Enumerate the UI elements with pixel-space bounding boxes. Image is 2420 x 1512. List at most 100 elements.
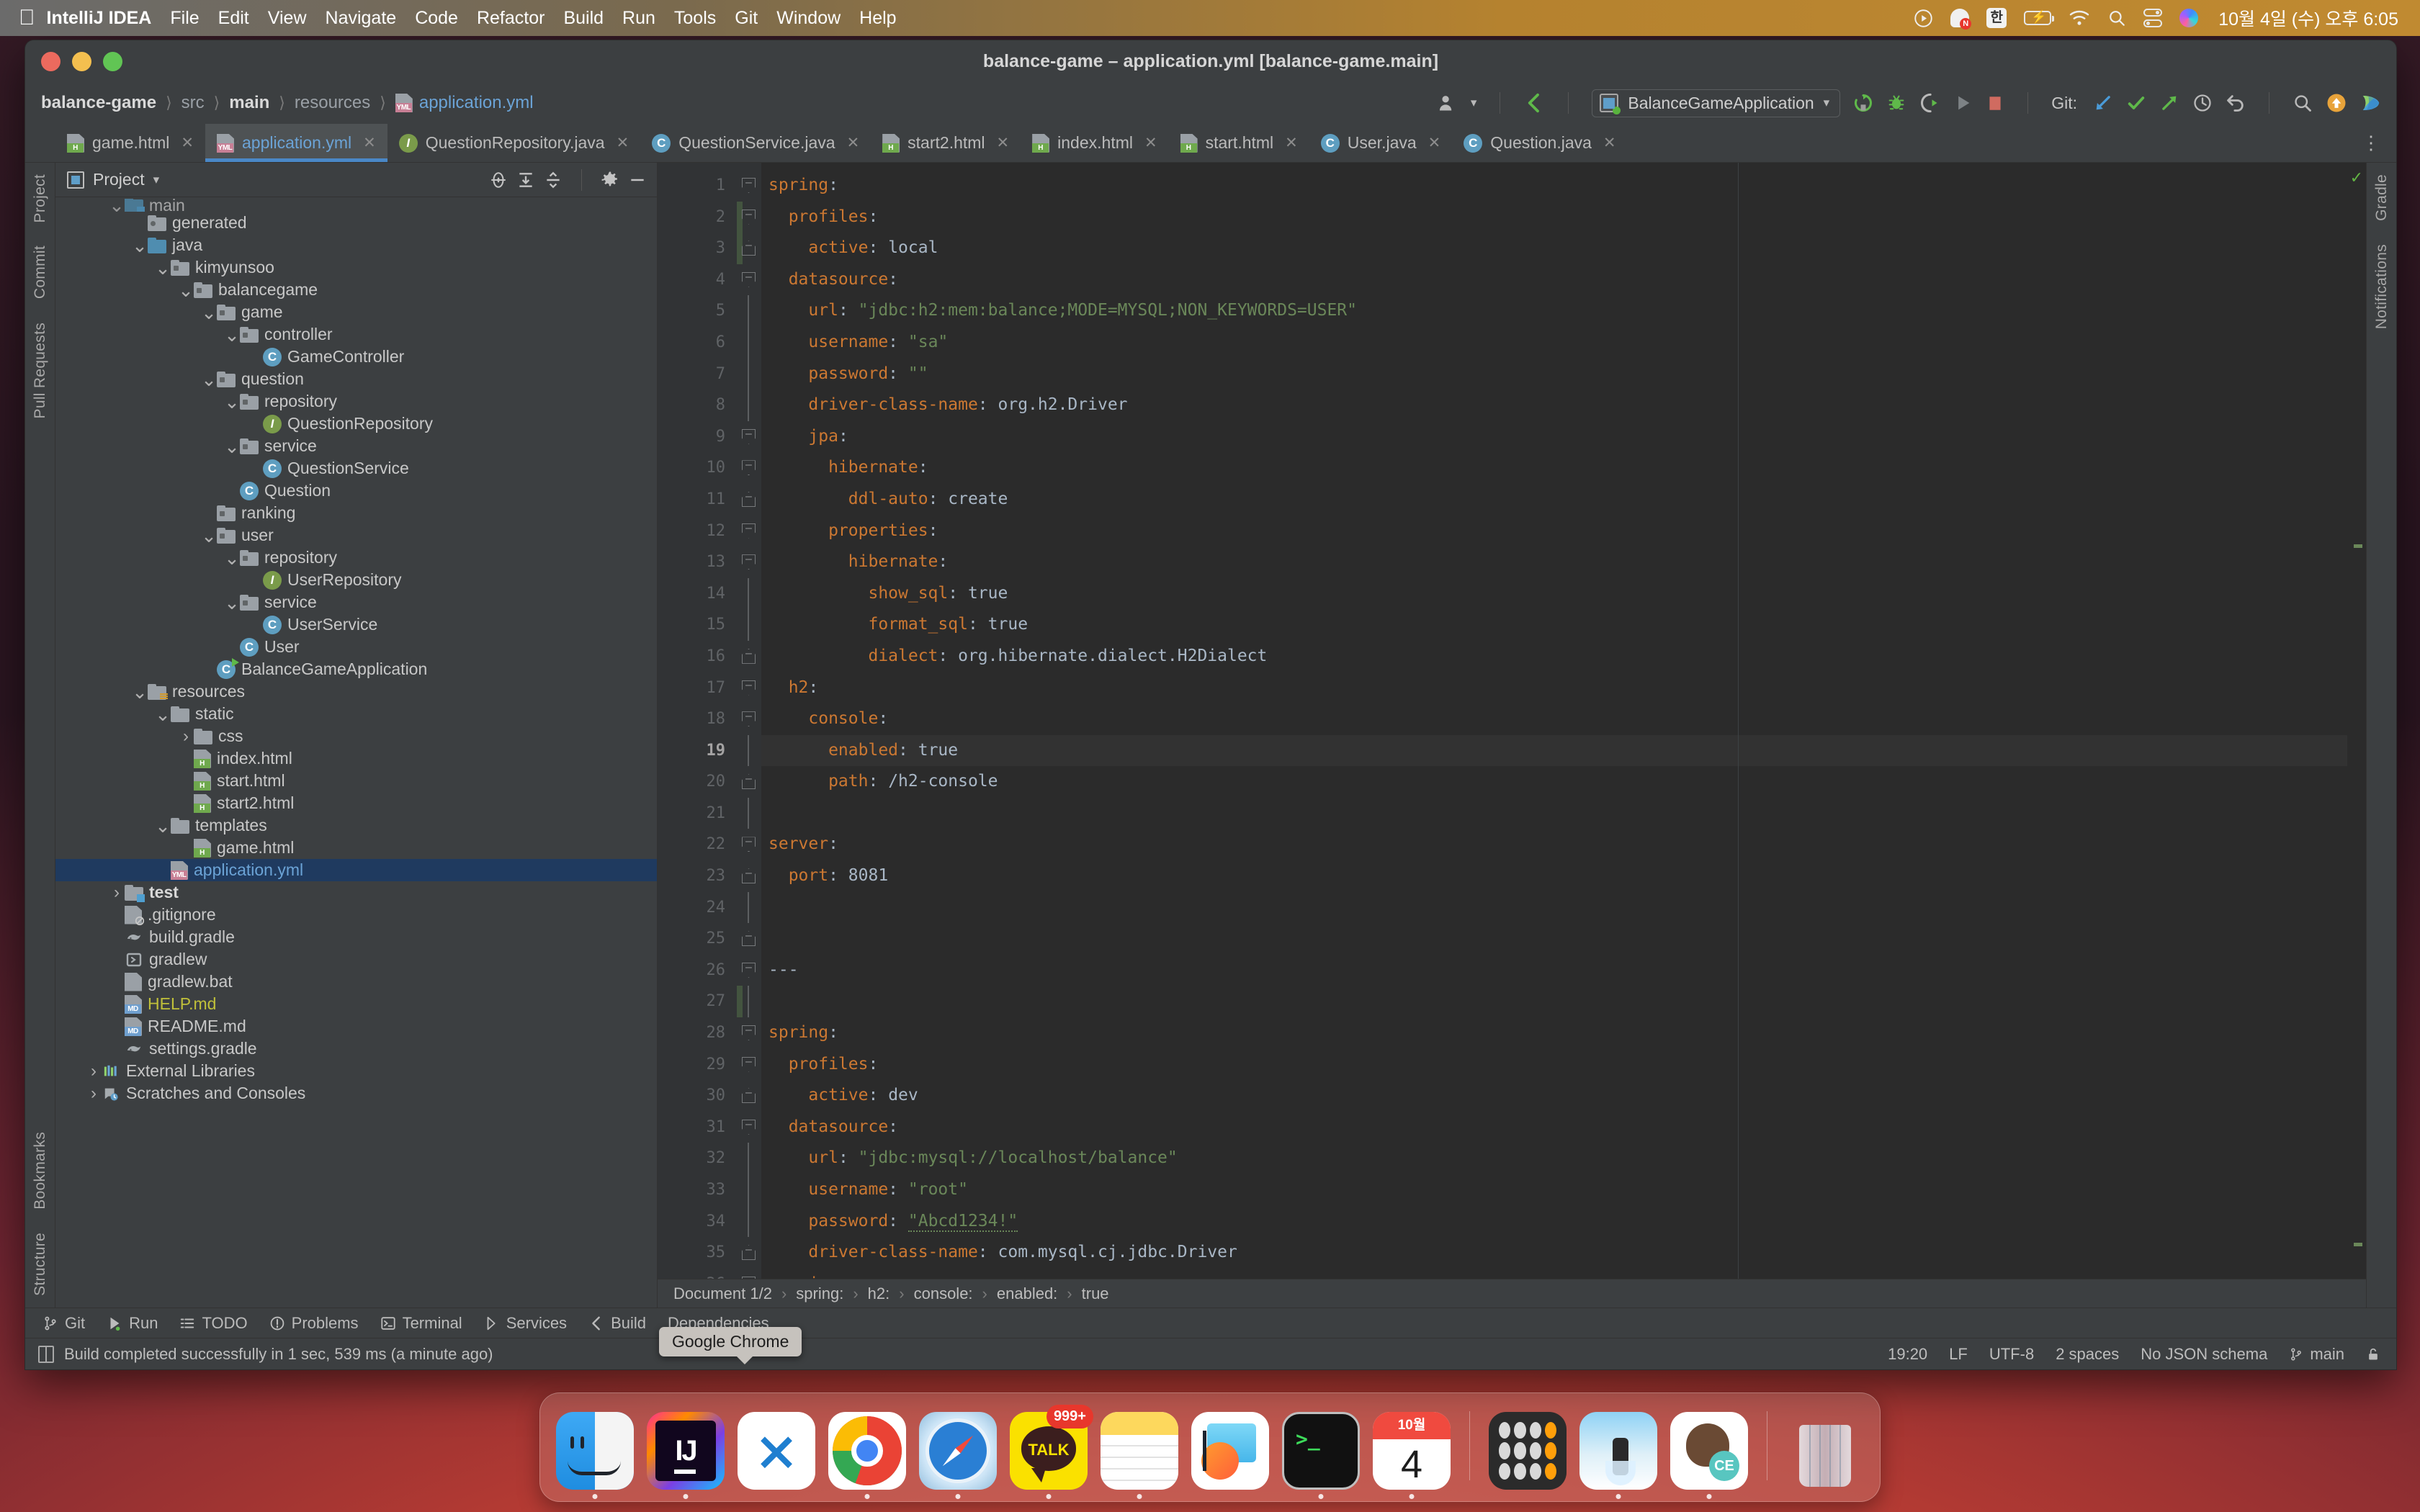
tree-node-generated[interactable]: generated bbox=[55, 212, 657, 234]
inspection-ok-icon[interactable]: ✓ bbox=[2350, 168, 2363, 187]
line-number[interactable]: 31 bbox=[658, 1112, 737, 1143]
dock-item-stocks[interactable] bbox=[1191, 1412, 1269, 1490]
tree-node-balancegameapplication[interactable]: C BalanceGameApplication bbox=[55, 657, 657, 680]
tree-node-question[interactable]: ⌄ question bbox=[55, 368, 657, 390]
line-number[interactable]: 6 bbox=[658, 327, 737, 359]
editor-breadcrumb-item[interactable]: Document 1/2 bbox=[673, 1284, 772, 1303]
dock-item-intellij-idea[interactable]: IJ bbox=[647, 1412, 725, 1499]
code-line[interactable] bbox=[761, 798, 2347, 829]
code-line[interactable]: --- bbox=[761, 955, 2347, 986]
editor-tab-questionrepository-java[interactable]: I QuestionRepository.java ✕ bbox=[387, 124, 640, 162]
line-number[interactable]: 21 bbox=[658, 798, 737, 829]
chevron-down-icon[interactable]: ⌄ bbox=[224, 392, 240, 411]
chevron-right-icon[interactable]: › bbox=[109, 883, 125, 903]
tree-node-userservice[interactable]: C UserService bbox=[55, 613, 657, 636]
dock-item-notes[interactable] bbox=[1101, 1412, 1178, 1499]
coverage-icon[interactable] bbox=[1919, 93, 1940, 113]
code-line[interactable]: driver-class-name: org.h2.Driver bbox=[761, 390, 2347, 421]
run-icon[interactable] bbox=[1953, 93, 1973, 113]
chevron-down-icon[interactable]: ⌄ bbox=[224, 593, 240, 612]
apple-logo-icon[interactable]:  bbox=[19, 7, 35, 29]
tree-node-resources[interactable]: ⌄ resources bbox=[55, 680, 657, 703]
tool-window-problems[interactable]: Problems bbox=[269, 1314, 359, 1333]
tree-node-css[interactable]: › css bbox=[55, 725, 657, 747]
dock-item-calculator[interactable] bbox=[1489, 1412, 1567, 1490]
tree-node-settings-gradle[interactable]: settings.gradle bbox=[55, 1038, 657, 1060]
code-line[interactable]: dialect: org.hibernate.dialect.H2Dialect bbox=[761, 641, 2347, 672]
fold-marker[interactable] bbox=[737, 452, 761, 484]
rail-item-gradle[interactable]: Gradle bbox=[2373, 163, 2390, 233]
siri-icon[interactable] bbox=[2179, 9, 2199, 27]
tree-node-game[interactable]: ⌄ game bbox=[55, 301, 657, 323]
fold-marker[interactable] bbox=[737, 923, 761, 955]
editor-breadcrumb-item[interactable]: true bbox=[1082, 1284, 1109, 1303]
menubar-clock[interactable]: 10월 4일 (수) 오후 6:05 bbox=[2218, 5, 2398, 31]
dock-item-calendar[interactable]: 10월 4 bbox=[1373, 1412, 1451, 1499]
tool-window-git[interactable]: Git bbox=[42, 1314, 85, 1333]
line-number[interactable]: 24 bbox=[658, 892, 737, 924]
editor-tab-question-java[interactable]: C Question.java ✕ bbox=[1452, 124, 1627, 162]
chevron-down-icon[interactable]: ⌄ bbox=[201, 370, 217, 389]
rail-item-pull-requests[interactable]: Pull Requests bbox=[32, 311, 49, 430]
editor-breadcrumb-item[interactable]: h2: bbox=[868, 1284, 890, 1303]
line-number[interactable]: 10 bbox=[658, 452, 737, 484]
tool-window-run[interactable]: Run bbox=[107, 1314, 158, 1333]
tree-node-gradlew[interactable]: gradlew bbox=[55, 948, 657, 971]
editor-tab-game-html[interactable]: H game.html ✕ bbox=[55, 124, 205, 162]
tree-node-game-html[interactable]: Hgame.html bbox=[55, 837, 657, 859]
chevron-down-icon[interactable]: ⌄ bbox=[155, 816, 171, 835]
editor-tab-questionservice-java[interactable]: C QuestionService.java ✕ bbox=[640, 124, 871, 162]
hide-icon[interactable] bbox=[628, 171, 647, 189]
code-line[interactable]: url: "jdbc:h2:mem:balance;MODE=MYSQL;NON… bbox=[761, 295, 2347, 327]
tree-node-build-gradle[interactable]: build.gradle bbox=[55, 926, 657, 948]
menu-item-tools[interactable]: Tools bbox=[674, 8, 716, 29]
zoom-button[interactable] bbox=[103, 51, 122, 71]
menu-item-view[interactable]: View bbox=[268, 8, 307, 29]
rail-item-notifications[interactable]: Notifications bbox=[2373, 233, 2390, 341]
run-configuration-selector[interactable]: BalanceGameApplication ▾ bbox=[1592, 89, 1841, 117]
tree-node-templates[interactable]: ⌄ templates bbox=[55, 814, 657, 837]
chevron-down-icon[interactable]: ▾ bbox=[153, 173, 160, 187]
fold-marker[interactable] bbox=[737, 766, 761, 798]
code-line[interactable]: h2: bbox=[761, 672, 2347, 704]
fold-marker[interactable] bbox=[737, 641, 761, 672]
line-number[interactable]: 33 bbox=[658, 1174, 737, 1206]
line-number[interactable]: 15 bbox=[658, 609, 737, 641]
tree-node-questionrepository[interactable]: I QuestionRepository bbox=[55, 413, 657, 435]
tree-node-userrepository[interactable]: I UserRepository bbox=[55, 569, 657, 591]
menu-item-edit[interactable]: Edit bbox=[218, 8, 249, 29]
tree-node-user[interactable]: ⌄ user bbox=[55, 524, 657, 546]
tree-node-repository[interactable]: ⌄ repository bbox=[55, 390, 657, 413]
chevron-right-icon[interactable]: › bbox=[86, 1061, 102, 1081]
close-tab-icon[interactable]: ✕ bbox=[1603, 134, 1616, 152]
code-line[interactable]: server: bbox=[761, 829, 2347, 860]
fold-marker[interactable] bbox=[737, 703, 761, 735]
korean-input-icon[interactable]: 한 bbox=[1986, 8, 2007, 28]
play-circle-icon[interactable] bbox=[1914, 9, 1933, 28]
naver-whale-icon[interactable]: N bbox=[1950, 9, 1972, 30]
chevron-down-icon[interactable]: ⌄ bbox=[201, 303, 217, 322]
editor-breadcrumb-item[interactable]: spring: bbox=[796, 1284, 843, 1303]
line-number[interactable]: 3 bbox=[658, 233, 737, 264]
rollback-icon[interactable] bbox=[2226, 93, 2246, 113]
update-project-icon[interactable] bbox=[2093, 93, 2113, 113]
line-separator[interactable]: LF bbox=[1949, 1345, 1968, 1364]
close-tab-icon[interactable]: ✕ bbox=[997, 134, 1010, 152]
tree-node-gamecontroller[interactable]: C GameController bbox=[55, 346, 657, 368]
tree-node-main[interactable]: ⌄ main bbox=[55, 199, 657, 212]
error-stripe-mark[interactable] bbox=[2354, 544, 2362, 548]
dock-item-vscode[interactable]: ⨯ bbox=[738, 1412, 815, 1490]
dock-item-kakaotalk[interactable]: TALK 999+ bbox=[1010, 1405, 1093, 1499]
editor-tab-index-html[interactable]: H index.html ✕ bbox=[1021, 124, 1168, 162]
dock-item-safari[interactable] bbox=[919, 1412, 997, 1499]
rerun-icon[interactable] bbox=[1853, 93, 1873, 113]
line-number[interactable]: 32 bbox=[658, 1143, 737, 1174]
tree-node-application-yml[interactable]: YML application.yml bbox=[55, 859, 657, 881]
event-log-icon[interactable] bbox=[38, 1345, 54, 1363]
code-line[interactable]: password: "Abcd1234!" bbox=[761, 1206, 2347, 1238]
left-tool-rail[interactable]: Project Commit Pull Requests Bookmarks S… bbox=[25, 163, 55, 1308]
indent-setting[interactable]: 2 spaces bbox=[2056, 1345, 2119, 1364]
chevron-down-icon[interactable]: ⌄ bbox=[132, 236, 148, 255]
close-tab-icon[interactable]: ✕ bbox=[181, 134, 194, 152]
fold-marker[interactable] bbox=[737, 672, 761, 704]
